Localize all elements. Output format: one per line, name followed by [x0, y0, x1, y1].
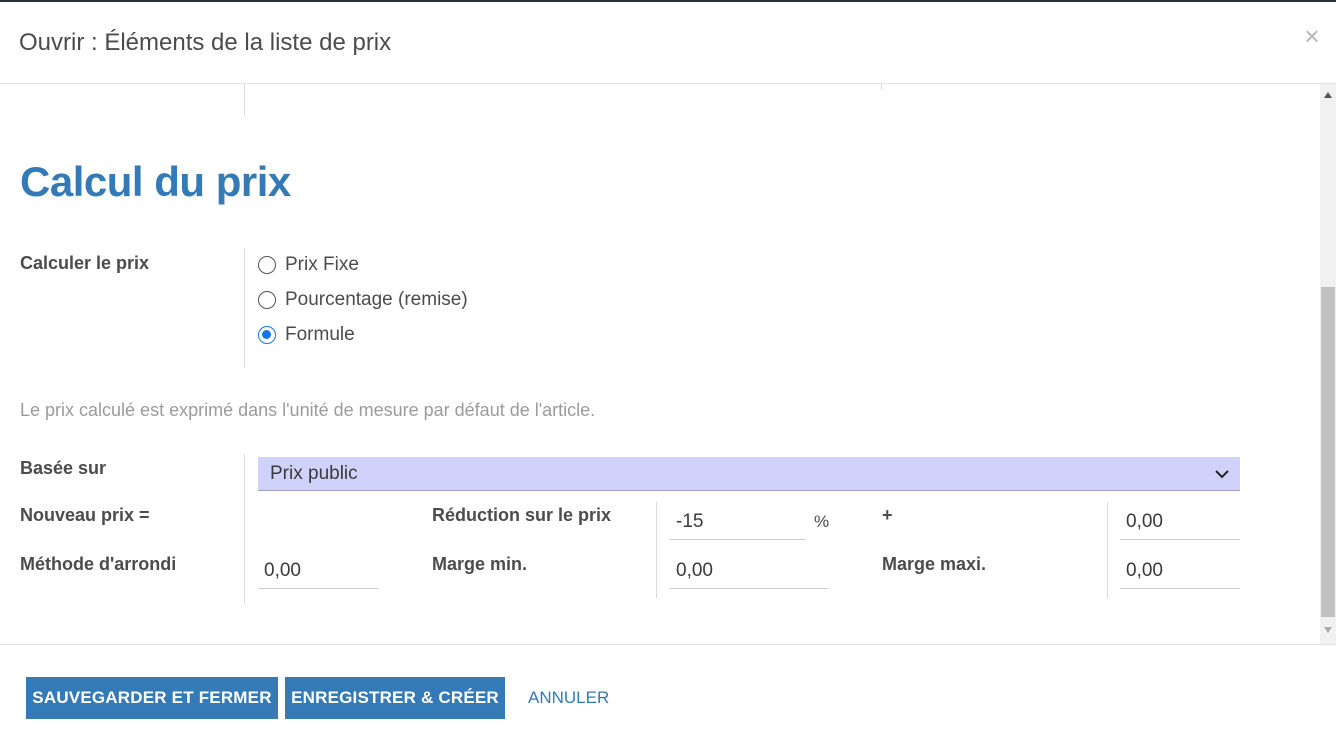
- price-surcharge-value: 0,00: [1126, 511, 1163, 532]
- max-margin-value: 0,00: [1126, 560, 1163, 581]
- rounding-method-input[interactable]: 0,00: [258, 551, 378, 589]
- radio-formula[interactable]: Formule: [258, 324, 355, 346]
- scrollbar-thumb[interactable]: [1321, 287, 1335, 617]
- rounding-method-label: Méthode d'arrondi: [20, 554, 177, 574]
- section-title: Calcul du prix: [20, 158, 291, 205]
- plus-sign: +: [882, 505, 893, 525]
- price-discount-label: Réduction sur le prix: [432, 505, 612, 525]
- max-margin-label: Marge maxi.: [882, 554, 987, 574]
- dialog-footer: SAUVEGARDER ET FERMER ENREGISTRER & CRÉE…: [0, 644, 1336, 742]
- dialog-header: Ouvrir : Éléments de la liste de prix ×: [0, 2, 1336, 84]
- percent-sign: %: [814, 512, 830, 531]
- vertical-scrollbar[interactable]: [1320, 84, 1336, 644]
- radio-label: Formule: [285, 324, 355, 345]
- field-divider: [244, 454, 245, 604]
- save-new-button[interactable]: ENREGISTRER & CRÉER: [285, 677, 505, 719]
- radio-percentage[interactable]: Pourcentage (remise): [258, 289, 468, 311]
- scroll-up-arrow-icon[interactable]: [1324, 92, 1332, 98]
- chevron-down-icon[interactable]: [1214, 466, 1230, 482]
- dialog-title: Ouvrir : Éléments de la liste de prix: [19, 29, 392, 56]
- field-divider: [881, 84, 882, 90]
- close-icon[interactable]: ×: [1302, 22, 1322, 50]
- price-discount-value: -15: [676, 511, 704, 532]
- price-discount-input[interactable]: -15: [670, 502, 806, 540]
- compute-price-label: Calculer le prix: [20, 253, 150, 273]
- save-close-button[interactable]: SAUVEGARDER ET FERMER: [26, 677, 278, 719]
- radio-label: Prix Fixe: [285, 254, 359, 275]
- unit-of-measure-hint: Le prix calculé est exprimé dans l'unité…: [20, 400, 596, 420]
- field-divider: [244, 84, 245, 116]
- min-margin-label: Marge min.: [432, 554, 528, 574]
- rounding-method-value: 0,00: [264, 560, 301, 581]
- radio-button-icon[interactable]: [258, 256, 276, 274]
- based-on-selected-value: Prix public: [270, 463, 358, 484]
- new-price-label: Nouveau prix =: [20, 505, 150, 525]
- radio-label: Pourcentage (remise): [285, 289, 468, 310]
- price-surcharge-input[interactable]: 0,00: [1120, 502, 1240, 540]
- scroll-down-arrow-icon[interactable]: [1324, 627, 1332, 633]
- cancel-button[interactable]: ANNULER: [528, 677, 609, 719]
- min-margin-value: 0,00: [676, 560, 713, 581]
- field-divider: [656, 502, 657, 598]
- field-divider: [244, 248, 245, 368]
- min-margin-input[interactable]: 0,00: [670, 551, 828, 589]
- max-margin-input[interactable]: 0,00: [1120, 551, 1240, 589]
- radio-button-checked-icon[interactable]: [258, 326, 276, 344]
- based-on-select[interactable]: Prix public: [258, 457, 1240, 491]
- based-on-label: Basée sur: [20, 458, 107, 478]
- dialog-body: Calcul du prix Calculer le prix Prix Fix…: [0, 84, 1320, 644]
- radio-fixed-price[interactable]: Prix Fixe: [258, 254, 359, 276]
- field-divider: [1107, 502, 1108, 598]
- radio-button-icon[interactable]: [258, 291, 276, 309]
